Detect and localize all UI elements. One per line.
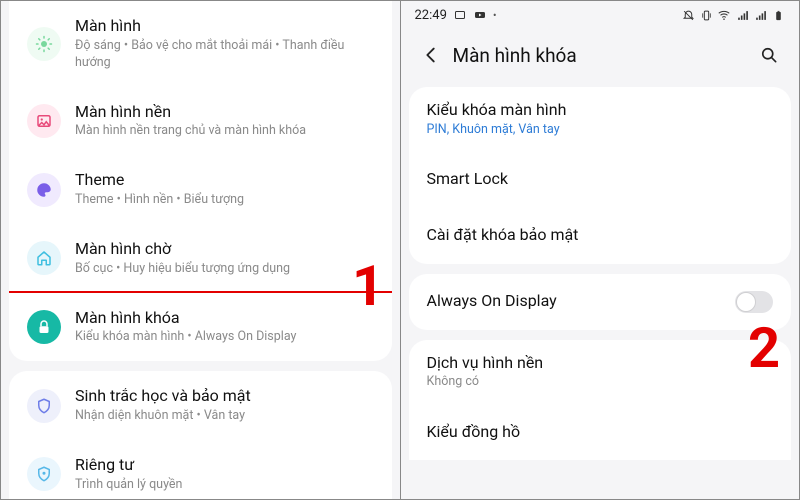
signal-icon-2 bbox=[753, 8, 767, 22]
shield-icon bbox=[27, 389, 61, 423]
privacy-icon bbox=[27, 457, 61, 491]
alarm-off-icon bbox=[681, 8, 695, 22]
row-text: Theme Theme • Hình nền • Biểu tượng bbox=[75, 170, 374, 209]
settings-row-man-hinh-nen[interactable]: Màn hình nền Màn hình nền trang chủ và m… bbox=[9, 87, 392, 156]
battery-icon bbox=[771, 8, 785, 22]
row-title: Kiểu khóa màn hình bbox=[427, 100, 774, 121]
signal-icon-1 bbox=[735, 8, 749, 22]
row-title: Dịch vụ hình nền bbox=[427, 353, 774, 374]
sun-icon bbox=[27, 27, 61, 61]
message-icon bbox=[453, 8, 467, 22]
status-bar: 22:49 • bbox=[401, 1, 800, 29]
setting-cai-at-khoa-bao-mat[interactable]: Cài đặt khóa bảo mật bbox=[409, 208, 792, 264]
row-text: Sinh trắc học và bảo mật Nhận diện khuôn… bbox=[75, 386, 374, 425]
settings-row-rieng-tu[interactable]: Riêng tư Trình quản lý quyền bbox=[9, 440, 392, 499]
settings-main-panel: Màn hình Độ sáng • Bảo vệ cho mắt thoải … bbox=[1, 1, 401, 499]
back-button[interactable] bbox=[415, 39, 447, 71]
row-title: Kiểu đồng hồ bbox=[427, 422, 774, 443]
wifi-icon bbox=[717, 8, 731, 22]
lock-screen-panel: 22:49 • Màn hình khóa bbox=[401, 1, 800, 499]
row-text: Màn hình Độ sáng • Bảo vệ cho mắt thoải … bbox=[75, 16, 374, 72]
row-subtitle: Nhận diện khuôn mặt • Vân tay bbox=[75, 408, 374, 425]
toggle-switch[interactable] bbox=[735, 291, 773, 313]
settings-row-man-hinh-cho[interactable]: Màn hình chờ Bố cục • Huy hiệu biểu tượn… bbox=[9, 224, 392, 293]
home-icon bbox=[27, 241, 61, 275]
row-text: Riêng tư Trình quản lý quyền bbox=[75, 455, 374, 494]
lock-icon bbox=[27, 310, 61, 344]
row-subtitle: Bố cục • Huy hiệu biểu tượng ứng dụng bbox=[75, 261, 374, 278]
search-button[interactable] bbox=[753, 39, 785, 71]
row-title: Smart Lock bbox=[427, 169, 774, 190]
section-aod: Always On Display bbox=[409, 274, 792, 330]
settings-row-man-hinh[interactable]: Màn hình Độ sáng • Bảo vệ cho mắt thoải … bbox=[9, 1, 392, 87]
row-text: Màn hình khóa Kiểu khóa màn hình • Alway… bbox=[75, 308, 374, 347]
palette-icon bbox=[27, 173, 61, 207]
row-text: Smart Lock bbox=[427, 169, 774, 190]
row-title: Màn hình bbox=[75, 16, 374, 37]
settings-row-theme[interactable]: Theme Theme • Hình nền • Biểu tượng bbox=[9, 155, 392, 224]
row-subtitle: PIN, Khuôn mặt, Vân tay bbox=[427, 122, 774, 139]
setting-smart-lock[interactable]: Smart Lock bbox=[409, 152, 792, 208]
row-subtitle: Trình quản lý quyền bbox=[75, 477, 374, 494]
row-text: Cài đặt khóa bảo mật bbox=[427, 225, 774, 246]
page-header: Màn hình khóa bbox=[401, 29, 800, 87]
settings-row-man-hinh-khoa[interactable]: Màn hình khóa Kiểu khóa màn hình • Alway… bbox=[9, 293, 392, 362]
row-subtitle: Theme • Hình nền • Biểu tượng bbox=[75, 192, 374, 209]
row-text: Kiểu khóa màn hìnhPIN, Khuôn mặt, Vân ta… bbox=[427, 100, 774, 139]
row-title: Cài đặt khóa bảo mật bbox=[427, 225, 774, 246]
setting-dich-vu-hinh-nen[interactable]: Dịch vụ hình nềnKhông có bbox=[409, 340, 792, 405]
row-title: Màn hình nền bbox=[75, 102, 374, 123]
vibrate-icon bbox=[699, 8, 713, 22]
row-title: Màn hình chờ bbox=[75, 239, 374, 260]
setting-kieu-khoa-man-hinh[interactable]: Kiểu khóa màn hìnhPIN, Khuôn mặt, Vân ta… bbox=[409, 87, 792, 152]
setting-kieu-ong-ho[interactable]: Kiểu đồng hồ bbox=[409, 404, 792, 460]
settings-row-sinh-trac-hoc-va-bao-mat[interactable]: Sinh trắc học và bảo mật Nhận diện khuôn… bbox=[9, 371, 392, 440]
row-subtitle: Màn hình nền trang chủ và màn hình khóa bbox=[75, 123, 374, 140]
row-text: Màn hình chờ Bố cục • Huy hiệu biểu tượn… bbox=[75, 239, 374, 278]
row-text: Always On Display bbox=[427, 291, 736, 312]
youtube-icon bbox=[473, 8, 487, 22]
picture-icon bbox=[27, 104, 61, 138]
row-title: Always On Display bbox=[427, 291, 736, 312]
row-subtitle: Không có bbox=[427, 374, 774, 391]
setting-always-on-display[interactable]: Always On Display bbox=[409, 274, 792, 330]
row-subtitle: Độ sáng • Bảo vệ cho mắt thoải mái • Tha… bbox=[75, 38, 374, 72]
row-text: Kiểu đồng hồ bbox=[427, 422, 774, 443]
row-subtitle: Kiểu khóa màn hình • Always On Display bbox=[75, 329, 374, 346]
row-title: Màn hình khóa bbox=[75, 308, 374, 329]
row-title: Riêng tư bbox=[75, 455, 374, 476]
status-time: 22:49 bbox=[415, 8, 447, 23]
section-wallpaper: Dịch vụ hình nềnKhông có Kiểu đồng hồ bbox=[409, 340, 792, 461]
row-title: Theme bbox=[75, 170, 374, 191]
row-text: Màn hình nền Màn hình nền trang chủ và m… bbox=[75, 102, 374, 141]
status-more-icon: • bbox=[493, 9, 497, 22]
row-title: Sinh trắc học và bảo mật bbox=[75, 386, 374, 407]
row-text: Dịch vụ hình nềnKhông có bbox=[427, 353, 774, 392]
section-lock-type: Kiểu khóa màn hìnhPIN, Khuôn mặt, Vân ta… bbox=[409, 87, 792, 264]
page-title: Màn hình khóa bbox=[453, 44, 577, 67]
